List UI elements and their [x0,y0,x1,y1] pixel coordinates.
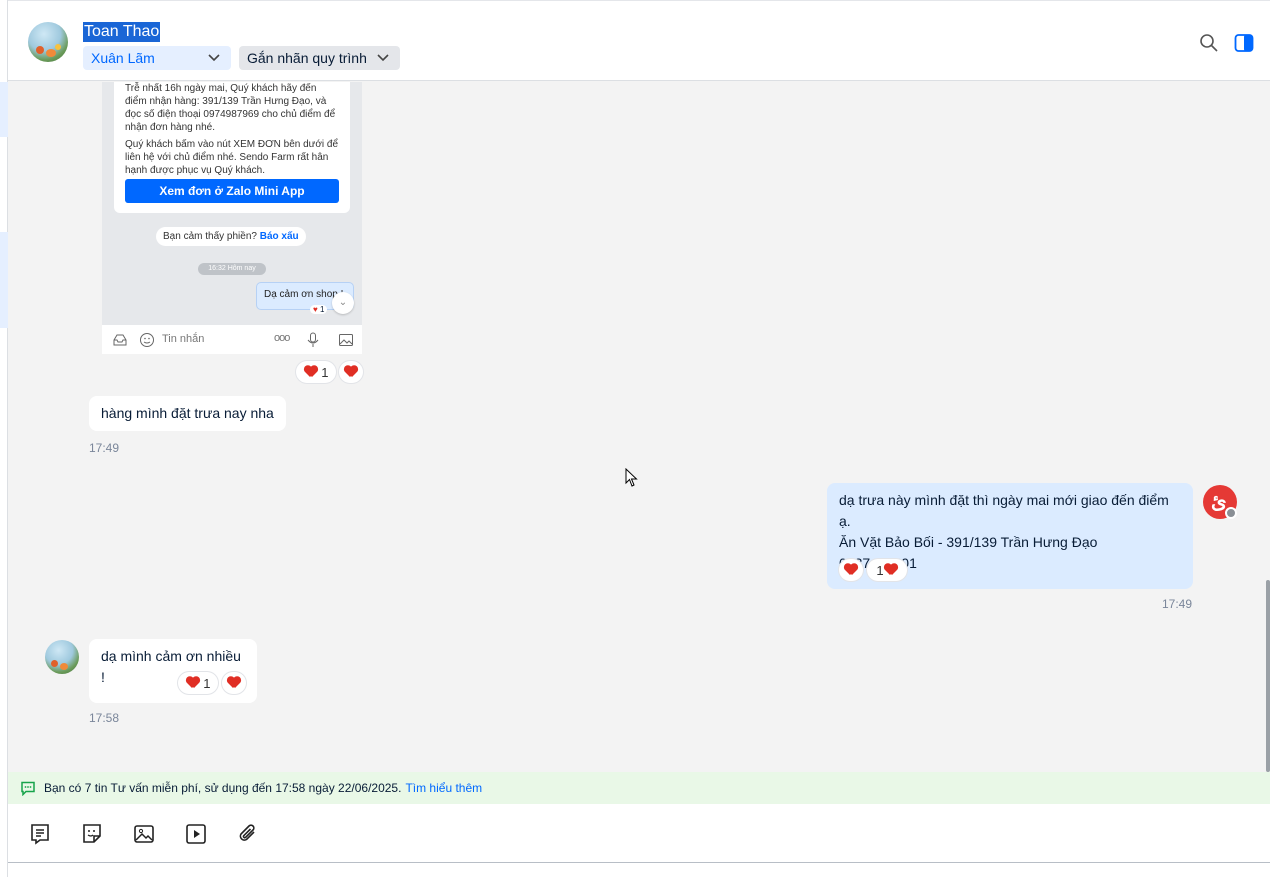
conversation-list-edge [0,0,8,877]
mic-icon [307,332,319,347]
tag-process-dropdown[interactable]: Gắn nhãn quy trình [239,46,400,70]
free-consult-notice: Bạn có 7 tin Tư vấn miễn phí, sử dụng đế… [8,772,1270,804]
add-reaction-button[interactable] [222,672,246,694]
list-highlight [0,232,8,328]
message-time: 17:49 [1162,597,1193,611]
mini-react-count: 1 [319,305,325,314]
message-text: Ăn Vặt Bảo Bối - 391/139 Trần Hưng Đạo [839,534,1098,550]
message-list: Trễ nhất 16h ngày mai, Quý khách hãy đến… [8,82,1270,772]
composer-toolbar [8,804,1270,863]
chevron-down-icon: ⌄ [332,292,354,314]
assignee-label: Xuân Lãm [91,50,155,66]
notice-text: Bạn có 7 tin Tư vấn miễn phí, sử dụng đế… [44,781,402,795]
heart-icon [344,366,358,378]
chevron-down-icon [377,54,389,62]
attach-icon[interactable] [236,822,260,846]
status-badge [1225,507,1237,519]
sticker-icon[interactable] [80,822,104,846]
reaction-count-value: 1 [203,675,211,691]
chat-header: Toan Thao Xuân Lãm Gắn nhãn quy trình [8,0,1270,81]
mouse-cursor-icon [625,468,638,487]
chat-bubble-icon [21,781,35,796]
heart-icon [186,677,200,689]
add-reaction-button[interactable] [339,361,363,383]
image-icon[interactable] [132,822,156,846]
list-highlight [0,82,8,137]
scrollbar[interactable] [1266,580,1270,772]
order-card: Trễ nhất 16h ngày mai, Quý khách hãy đến… [114,82,350,213]
message-text: dạ mình cảm ơn nhiều ! [101,648,241,685]
video-icon[interactable] [184,822,208,846]
inbox-icon [113,334,127,346]
contact-avatar[interactable] [28,22,68,62]
message-time: 17:49 [89,441,120,455]
screenshot-input-placeholder: Tin nhắn [162,333,205,345]
heart-icon [227,677,241,689]
message-text: dạ trưa này mình đặt thì ngày mai mới gi… [839,492,1169,529]
reaction-count-value: 1 [321,364,329,380]
reaction-count[interactable]: 1 [178,672,218,694]
reaction-count-value: 1 [876,562,884,578]
emoji-icon [140,333,154,347]
feedback-prompt: Bạn cảm thấy phiền? [163,231,257,242]
screenshot-input-bar: Tin nhắn ooo [102,325,362,354]
more-icon: ooo [274,332,290,344]
screenshot-time: 16:32 Hôm nay [198,263,266,275]
contact-avatar[interactable] [45,640,79,674]
shop-avatar[interactable]: ئ [1203,485,1237,519]
add-reaction-button[interactable] [839,559,863,581]
message-time: 17:58 [89,711,120,725]
reaction-count[interactable]: 1 [867,559,907,581]
chevron-down-icon [208,54,220,62]
message-bubble[interactable]: hàng mình đặt trưa nay nha [89,396,286,431]
heart-icon [304,366,318,378]
mini-reaction: ♥ 1 [310,305,328,314]
card-text: Trễ nhất 16h ngày mai, Quý khách hãy đến… [125,83,336,133]
heart-icon [844,564,858,576]
feedback-link: Báo xấu [259,231,299,242]
feedback-pill: Bạn cảm thấy phiền? Báo xấu [156,227,306,246]
heart-icon [884,564,898,576]
quick-message-icon[interactable] [28,822,52,846]
assignee-dropdown[interactable]: Xuân Lãm [83,46,231,70]
view-order-button: Xem đơn ở Zalo Mini App [125,179,339,203]
image-icon [339,334,353,346]
learn-more-link[interactable]: Tìm hiểu thêm [405,781,482,795]
search-icon[interactable] [1199,33,1219,53]
shared-screenshot-image[interactable]: Trễ nhất 16h ngày mai, Quý khách hãy đến… [102,82,362,354]
contact-name[interactable]: Toan Thao [83,22,161,42]
message-text: hàng mình đặt trưa nay nha [101,405,274,421]
reaction-count[interactable]: 1 [296,361,336,383]
tag-process-label: Gắn nhãn quy trình [247,50,367,66]
card-text: Quý khách bấm vào nút XEM ĐƠN bên dưới đ… [125,139,339,176]
toggle-sidebar-icon[interactable] [1234,33,1254,53]
message-input-area[interactable] [8,863,1270,877]
